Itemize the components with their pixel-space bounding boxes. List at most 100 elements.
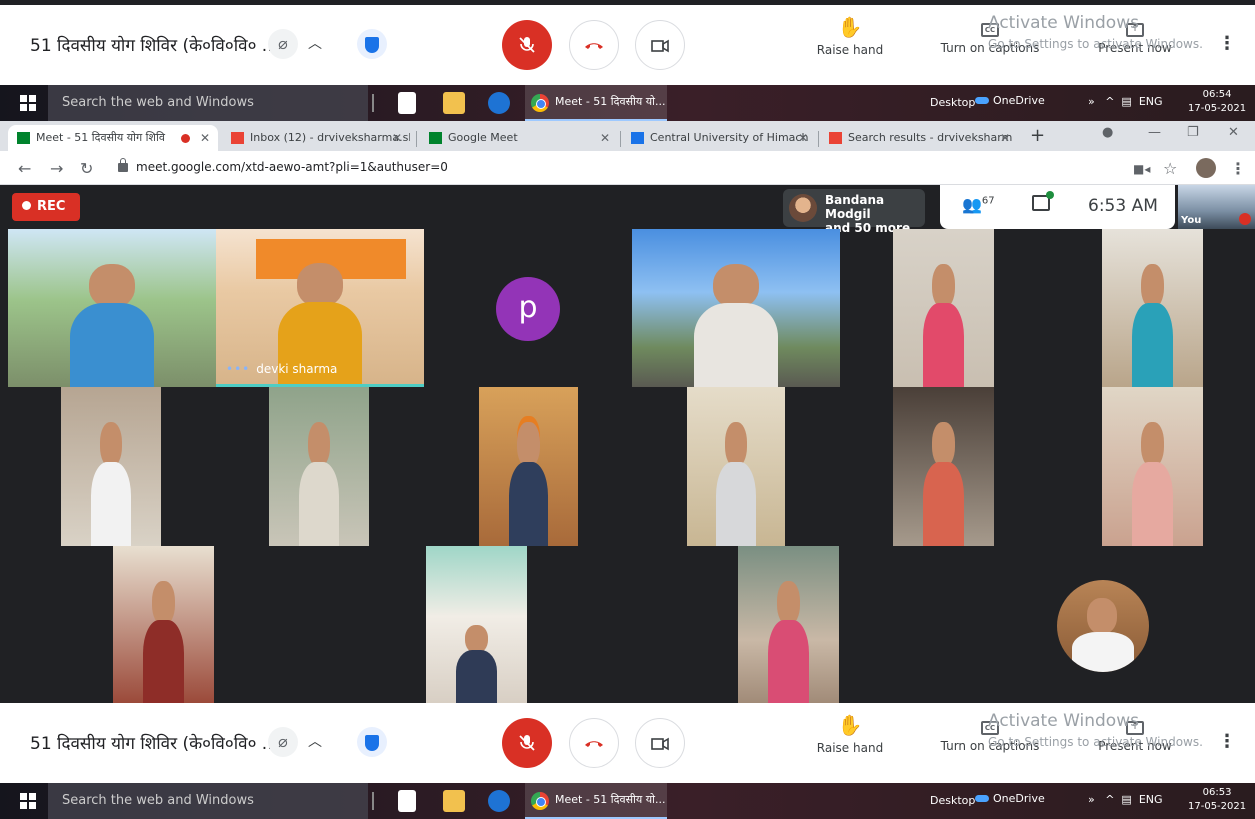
close-tab-icon[interactable]: ✕ xyxy=(392,125,402,151)
tab-search-results[interactable]: Search results - drviveksharm ✕ xyxy=(820,125,1018,151)
onedrive-label: OneDrive xyxy=(993,792,1045,805)
tab-inbox[interactable]: Inbox (12) - drviveksharma.sk ✕ xyxy=(222,125,410,151)
participant-tile[interactable] xyxy=(893,387,994,546)
taskbar-search[interactable]: Search the web and Windows xyxy=(48,783,368,819)
presenter-chip[interactable]: Bandana Modgil and 50 more xyxy=(783,189,925,235)
onedrive-toolbar[interactable]: OneDrive xyxy=(975,85,1045,117)
self-view-tile[interactable]: You xyxy=(1178,185,1255,229)
participant-tile[interactable] xyxy=(687,387,785,546)
meeting-info-box: 👥67 6:53 AM xyxy=(940,185,1175,229)
participant-tile[interactable] xyxy=(1102,387,1203,546)
restore-button[interactable]: ❐ xyxy=(1187,125,1199,140)
edge-icon[interactable] xyxy=(488,790,510,812)
lang-indicator[interactable]: ENG xyxy=(1139,793,1163,806)
onedrive-toolbar[interactable]: OneDrive xyxy=(975,783,1045,815)
taskbar-meet-window[interactable]: Meet - 51 दिवसीय यो... xyxy=(525,85,667,121)
edge-icon[interactable] xyxy=(488,92,510,114)
shield-icon[interactable] xyxy=(357,727,387,757)
people-button[interactable]: 👥67 xyxy=(962,195,995,214)
desktop-toolbar[interactable]: Desktop xyxy=(930,85,975,121)
taskbar-clock[interactable]: 06:53 17-05-2021 xyxy=(1188,786,1246,814)
camera-indicator-icon[interactable]: ■◂ xyxy=(1133,162,1150,176)
system-tray[interactable]: » ^ ▤ ENG xyxy=(1088,85,1163,119)
back-arrow-icon[interactable]: ← xyxy=(18,159,31,178)
taskbar-meet-label: Meet - 51 दिवसीय यो... xyxy=(555,793,666,806)
windows-start-icon[interactable] xyxy=(20,95,36,111)
participant-tile[interactable] xyxy=(269,387,369,546)
close-window-button[interactable]: ✕ xyxy=(1228,125,1239,140)
raise-hand-button[interactable]: ✋ Raise hand xyxy=(810,15,890,57)
tab-central-university[interactable]: Central University of Himach ✕ xyxy=(622,125,816,151)
hand-icon: ✋ xyxy=(837,15,863,39)
browser-tab-strip: Meet - 51 दिवसीय योग शिवि ✕ Inbox (12) -… xyxy=(0,121,1255,151)
participant-tile[interactable] xyxy=(113,546,214,703)
url-field[interactable]: meet.google.com/xtd-aewo-amt?pli=1&authu… xyxy=(136,160,448,174)
browser-menu-icon[interactable]: ⋮ xyxy=(1230,159,1246,178)
participant-avatar[interactable]: p xyxy=(496,277,560,341)
paperclip-icon[interactable]: ⌀ xyxy=(268,29,298,59)
store-icon[interactable] xyxy=(398,790,416,812)
camera-button[interactable] xyxy=(635,718,685,768)
participant-tile[interactable] xyxy=(426,546,527,703)
chat-icon[interactable] xyxy=(1032,191,1054,211)
participant-tile[interactable] xyxy=(1102,229,1203,387)
more-options-icon[interactable]: ⋮ xyxy=(1218,33,1236,54)
participant-tile[interactable] xyxy=(61,387,161,546)
participant-circle-avatar[interactable] xyxy=(1057,580,1149,672)
windows-taskbar-top: Search the web and Windows Meet - 51 दिव… xyxy=(0,85,1255,121)
taskbar-search[interactable]: Search the web and Windows xyxy=(48,85,368,121)
bookmark-star-icon[interactable]: ☆ xyxy=(1163,159,1177,178)
lang-indicator[interactable]: ENG xyxy=(1139,95,1163,108)
raise-hand-button[interactable]: ✋ Raise hand xyxy=(810,713,890,755)
file-explorer-icon[interactable] xyxy=(443,92,465,114)
end-call-button[interactable] xyxy=(569,20,619,70)
camera-button[interactable] xyxy=(635,20,685,70)
paperclip-icon[interactable]: ⌀ xyxy=(268,727,298,757)
participant-video xyxy=(716,421,756,546)
mic-off-button[interactable] xyxy=(502,718,552,768)
reload-icon[interactable]: ↻ xyxy=(80,159,93,178)
taskbar-meet-window[interactable]: Meet - 51 दिवसीय यो... xyxy=(525,783,667,819)
chevron-up-icon[interactable]: ︿ xyxy=(304,29,326,59)
forward-arrow-icon[interactable]: → xyxy=(50,159,63,178)
meet-control-bar-bottom: 51 दिवसीय योग शिविर (के०वि०वि० ... ⌀ ︿ ✋… xyxy=(0,703,1255,783)
participant-tile-active-speaker[interactable]: ••• devki sharma xyxy=(216,229,424,387)
participant-tile[interactable] xyxy=(893,229,994,387)
tab-search-results-label: Search results - drviveksharm xyxy=(848,131,1013,144)
more-dots-icon[interactable]: ••• xyxy=(226,362,250,376)
taskbar-clock[interactable]: 06:54 17-05-2021 xyxy=(1188,88,1246,116)
file-explorer-icon[interactable] xyxy=(443,790,465,812)
meeting-title[interactable]: 51 दिवसीय योग शिविर (के०वि०वि० ... xyxy=(30,731,278,754)
close-tab-icon[interactable]: ✕ xyxy=(798,125,808,151)
tab-search-icon[interactable]: ● xyxy=(1102,125,1113,140)
close-tab-icon[interactable]: ✕ xyxy=(200,125,210,151)
new-tab-button[interactable]: + xyxy=(1030,125,1045,146)
shield-icon[interactable] xyxy=(357,29,387,59)
participant-tile[interactable] xyxy=(738,546,839,703)
muted-icon xyxy=(1239,213,1251,225)
meeting-title[interactable]: 51 दिवसीय योग शिविर (के०वि०वि० ... xyxy=(30,33,278,56)
tab-google-meet[interactable]: Google Meet ✕ xyxy=(420,125,618,151)
minimize-button[interactable]: — xyxy=(1148,125,1161,140)
end-call-button[interactable] xyxy=(569,718,619,768)
chevron-up-icon[interactable]: ︿ xyxy=(304,727,326,757)
more-options-icon[interactable]: ⋮ xyxy=(1218,731,1236,752)
participant-tile[interactable] xyxy=(8,229,216,387)
raise-hand-label: Raise hand xyxy=(816,741,884,755)
system-tray[interactable]: » ^ ▤ ENG xyxy=(1088,783,1163,817)
taskbar-separator xyxy=(372,94,374,112)
lock-icon[interactable] xyxy=(118,158,128,172)
avatar-face xyxy=(1087,598,1117,634)
windows-start-icon[interactable] xyxy=(20,793,36,809)
clock-time: 06:54 xyxy=(1202,89,1232,100)
close-tab-icon[interactable]: ✕ xyxy=(600,125,610,151)
participant-tile[interactable] xyxy=(632,229,840,387)
mic-off-button[interactable] xyxy=(502,20,552,70)
desktop-toolbar[interactable]: Desktop xyxy=(930,783,975,819)
hand-icon: ✋ xyxy=(837,713,863,737)
profile-avatar[interactable] xyxy=(1196,158,1216,178)
store-icon[interactable] xyxy=(398,92,416,114)
tab-meet[interactable]: Meet - 51 दिवसीय योग शिवि ✕ xyxy=(8,125,218,151)
close-tab-icon[interactable]: ✕ xyxy=(1000,125,1010,151)
participant-tile[interactable] xyxy=(479,387,578,546)
